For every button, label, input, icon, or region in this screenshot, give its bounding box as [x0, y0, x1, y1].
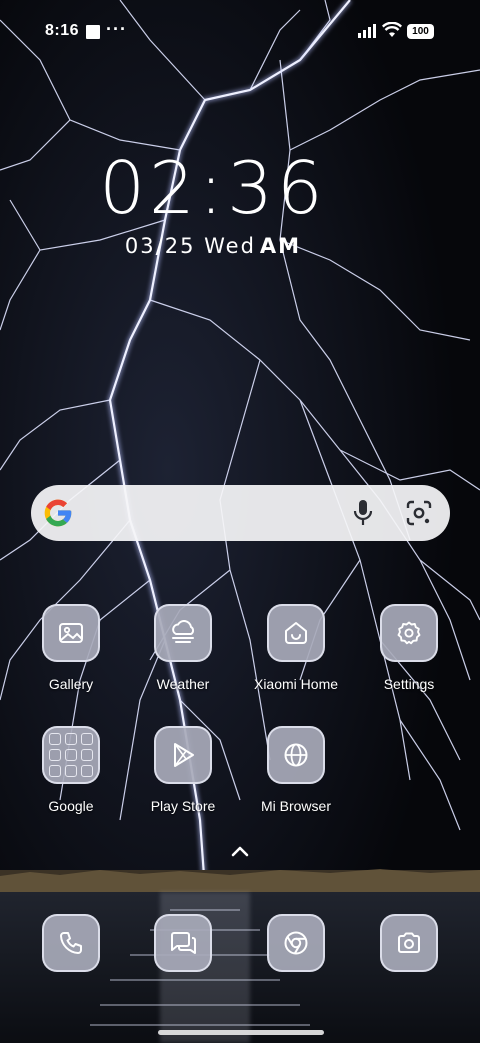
play-store-icon [174, 743, 194, 767]
google-search-bar[interactable] [31, 485, 450, 541]
globe-icon [284, 743, 308, 767]
app-weather[interactable]: Weather [128, 604, 238, 692]
home-indicator[interactable] [158, 1030, 324, 1035]
chrome-icon [284, 931, 308, 955]
notification-square-icon [86, 25, 100, 39]
dock-messages[interactable] [128, 914, 238, 972]
status-bar: 8:16 ··· 100 [0, 0, 480, 64]
google-lens-icon[interactable] [405, 499, 433, 527]
app-label: Xiaomi Home [253, 676, 339, 692]
app-settings[interactable]: Settings [354, 604, 464, 692]
camera-icon [398, 932, 420, 953]
clock-date-text: 03/25 Wed [124, 234, 256, 258]
wifi-icon [382, 22, 402, 37]
app-xiaomi-home[interactable]: Xiaomi Home [241, 604, 351, 692]
app-folder-google[interactable]: Google [16, 726, 126, 814]
dock-phone[interactable] [16, 914, 126, 972]
app-label: Settings [383, 676, 435, 692]
app-mi-browser[interactable]: Mi Browser [241, 726, 351, 814]
weather-icon [172, 620, 195, 643]
gear-icon [397, 621, 421, 645]
dock-chrome[interactable] [241, 914, 351, 972]
xiaomi-home-icon [285, 622, 307, 644]
microphone-icon[interactable] [352, 499, 374, 527]
app-label: Play Store [150, 798, 216, 814]
google-folder-icon [49, 733, 93, 777]
app-gallery[interactable]: Gallery [16, 604, 126, 692]
dock-camera[interactable] [354, 914, 464, 972]
phone-icon [60, 932, 82, 954]
app-play-store[interactable]: Play Store [128, 726, 238, 814]
more-notifications-indicator: ··· [106, 19, 127, 39]
gallery-icon [59, 623, 83, 643]
status-time: 8:16 [45, 22, 80, 39]
battery-icon: 100 [407, 24, 434, 39]
google-g-icon [44, 499, 72, 527]
signal-icon [358, 24, 376, 38]
app-label: Gallery [48, 676, 94, 692]
app-label: Mi Browser [260, 798, 331, 814]
messages-icon [171, 932, 196, 954]
app-label: Weather [156, 676, 210, 692]
app-label: Google [48, 798, 94, 814]
clock-date[interactable]: 03/25 Wed AM [0, 234, 426, 258]
chevron-up-icon[interactable] [228, 843, 252, 859]
clock-time[interactable]: 02:36 [0, 146, 426, 230]
clock-ampm: AM [259, 234, 302, 258]
